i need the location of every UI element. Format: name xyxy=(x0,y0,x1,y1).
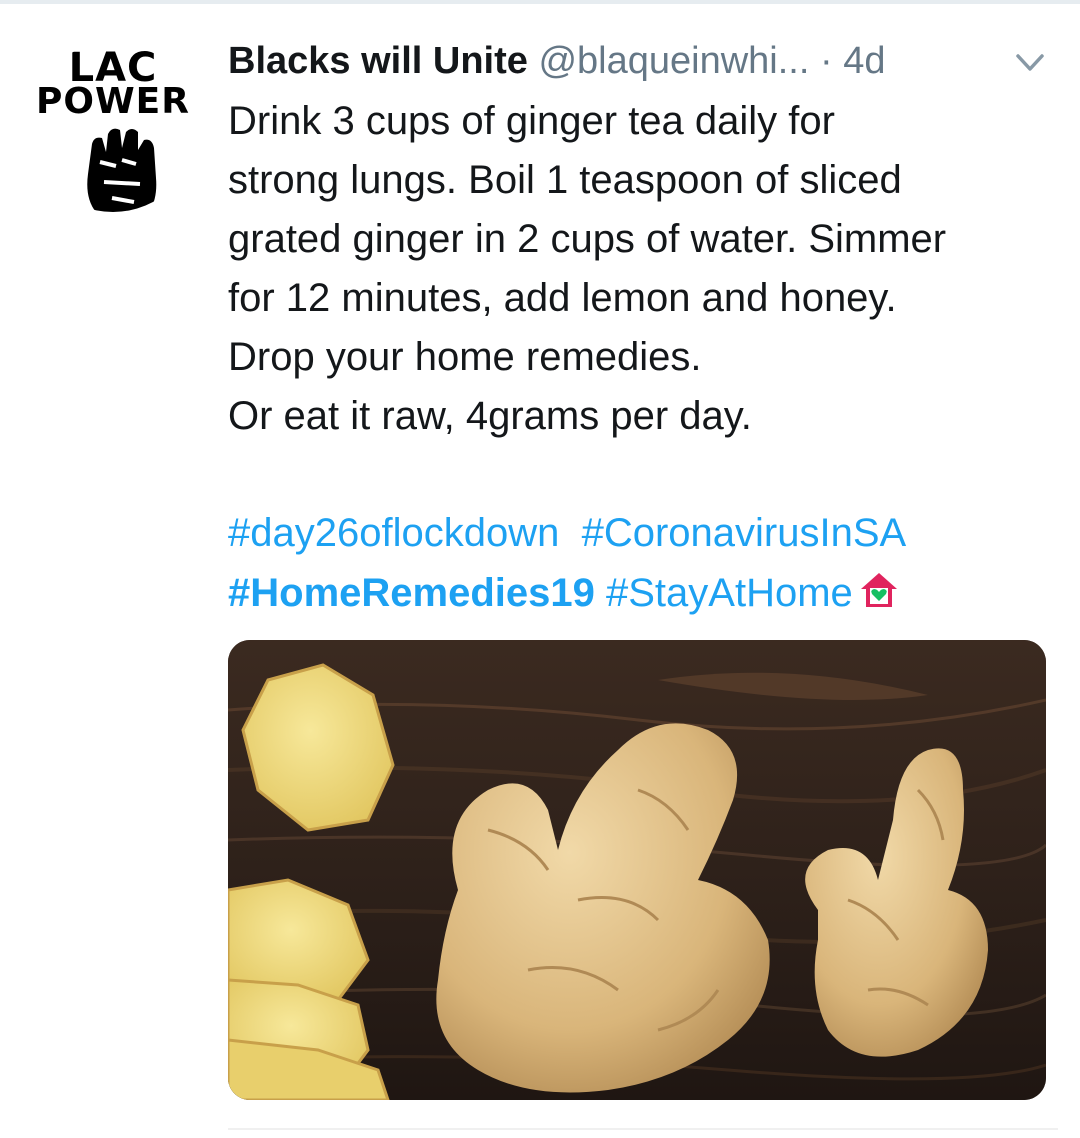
hashtag-block: #day26oflockdown #CoronavirusInSA #HomeR… xyxy=(228,503,1058,623)
ginger-root-photo xyxy=(228,640,1046,1100)
top-divider xyxy=(0,0,1080,4)
hashtag-link[interactable]: #day26oflockdown xyxy=(228,511,559,555)
tweet-text-line: for 12 minutes, add lemon and honey. xyxy=(228,276,897,320)
hashtag-link[interactable]: #CoronavirusInSA xyxy=(582,511,907,555)
hashtag-link[interactable]: #HomeRemedies19 xyxy=(228,571,595,615)
display-name[interactable]: Blacks will Unite xyxy=(228,40,528,82)
tweet-header: Blacks will Unite @blaqueinwhi... · 4d xyxy=(228,36,1058,86)
tweet-media-image[interactable] xyxy=(228,640,1046,1100)
avatar[interactable]: LAC POWER xyxy=(28,42,198,212)
hashtag-link[interactable]: #StayAtHome xyxy=(606,571,853,615)
tweet-text-line: Drink 3 cups of ginger tea daily for xyxy=(228,99,835,143)
tweet-timestamp[interactable]: 4d xyxy=(843,40,885,82)
user-handle[interactable]: @blaqueinwhi... xyxy=(538,40,809,82)
raised-fist-icon xyxy=(87,128,157,212)
house-with-heart-icon xyxy=(860,573,897,607)
tweet-text-line: Or eat it raw, 4grams per day. xyxy=(228,394,752,438)
chevron-down-icon[interactable] xyxy=(1010,48,1050,78)
tweet-text-line: strong lungs. Boil 1 teaspoon of sliced xyxy=(228,158,902,202)
bottom-divider xyxy=(228,1128,1058,1130)
tweet-text-line: grated ginger in 2 cups of water. Simmer xyxy=(228,217,947,261)
avatar-text-line2: POWER xyxy=(35,81,190,122)
tweet-text: Drink 3 cups of ginger tea daily for str… xyxy=(228,92,1058,446)
separator-dot: · xyxy=(819,40,833,82)
tweet-text-line: Drop your home remedies. xyxy=(228,335,702,379)
